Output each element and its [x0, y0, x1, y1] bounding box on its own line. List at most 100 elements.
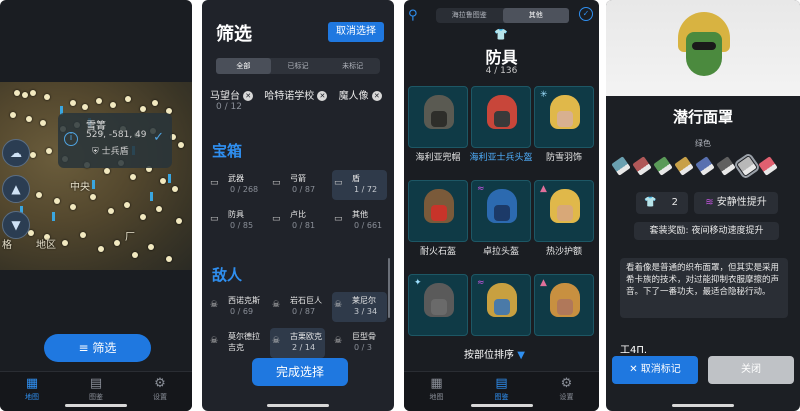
- remove-icon[interactable]: ✕: [317, 91, 328, 101]
- dye-swatch[interactable]: [632, 156, 652, 176]
- shrine-marker[interactable]: [168, 174, 171, 183]
- close-button[interactable]: 关闭: [708, 356, 794, 384]
- skull-marker[interactable]: [82, 104, 88, 110]
- skull-marker[interactable]: [90, 194, 96, 200]
- search-icon[interactable]: ⚲: [408, 8, 418, 23]
- segment-other[interactable]: 其他: [502, 8, 569, 23]
- tower-layer-button[interactable]: ▼: [2, 211, 30, 239]
- skull-marker[interactable]: [22, 92, 28, 98]
- tab-map[interactable]: ▦ 地图: [404, 372, 469, 411]
- sort-control[interactable]: 按部位排序 ▼: [464, 346, 525, 361]
- skull-marker[interactable]: [148, 244, 154, 250]
- skull-marker[interactable]: [28, 230, 34, 236]
- shrine-marker[interactable]: [52, 212, 55, 221]
- shrine-marker[interactable]: [150, 192, 153, 201]
- filter-item[interactable]: ▭ 其他 0 / 661: [332, 206, 387, 236]
- filter-item[interactable]: ▭ 弓箭 0 / 87: [270, 170, 325, 200]
- skull-marker[interactable]: [30, 90, 36, 96]
- skull-marker[interactable]: [140, 214, 146, 220]
- segment-unmarked[interactable]: 未标记: [325, 58, 380, 74]
- skull-marker[interactable]: [44, 94, 50, 100]
- skull-marker[interactable]: [152, 100, 158, 106]
- skull-marker[interactable]: [46, 148, 52, 154]
- skull-marker[interactable]: [172, 186, 178, 192]
- skull-marker[interactable]: [125, 96, 131, 102]
- skull-marker[interactable]: [176, 218, 182, 224]
- shrine-marker[interactable]: [92, 180, 95, 189]
- skull-marker[interactable]: [178, 142, 184, 148]
- skull-marker[interactable]: [36, 192, 42, 198]
- skull-marker[interactable]: [54, 198, 60, 204]
- mountain-layer-button[interactable]: ▲: [2, 175, 30, 203]
- check-icon[interactable]: ✓: [153, 130, 164, 145]
- filter-item[interactable]: ☠ 古栗欧克 2 / 14: [270, 328, 325, 358]
- filter-item[interactable]: ▭ 卢比 0 / 81: [270, 206, 325, 236]
- filter-item[interactable]: ☠ 西诺克斯 0 / 69: [208, 292, 263, 322]
- dye-swatch[interactable]: [674, 156, 694, 176]
- filter-chip[interactable]: 魔人像 ✕: [339, 87, 382, 102]
- info-icon[interactable]: i: [64, 132, 78, 146]
- filter-chip[interactable]: 马望台 ✕: [210, 87, 254, 102]
- skull-marker[interactable]: [80, 232, 86, 238]
- dye-swatch[interactable]: [716, 156, 736, 176]
- location-popup[interactable]: i 雪箐 529, -581, 49 ⛨ 士兵盾 ✓: [58, 113, 172, 168]
- skull-marker[interactable]: [140, 106, 146, 112]
- filter-chip[interactable]: 哈特诺学校 ✕: [264, 87, 328, 102]
- skull-marker[interactable]: [10, 112, 16, 118]
- check-circle-icon[interactable]: ✓: [579, 7, 593, 21]
- skull-marker[interactable]: [124, 202, 130, 208]
- armor-card[interactable]: [471, 86, 531, 148]
- dye-swatch[interactable]: [758, 156, 778, 176]
- world-map[interactable]: [0, 82, 192, 270]
- skull-marker[interactable]: [14, 90, 20, 96]
- filter-item[interactable]: ☠ 巨型骨 0 / 3: [332, 328, 387, 358]
- tab-settings[interactable]: ⚙ 设置: [534, 372, 599, 411]
- remove-icon[interactable]: ✕: [371, 91, 382, 101]
- dye-swatch[interactable]: [695, 156, 715, 176]
- filter-item[interactable]: ☠ 岩石巨人 0 / 87: [270, 292, 325, 322]
- armor-card[interactable]: ▲: [534, 180, 594, 242]
- filter-item[interactable]: ▭ 武器 0 / 268: [208, 170, 263, 200]
- skull-marker[interactable]: [96, 98, 102, 104]
- dye-swatch[interactable]: [653, 156, 673, 176]
- armor-card[interactable]: ≈: [471, 180, 531, 242]
- skull-marker[interactable]: [132, 252, 138, 258]
- skull-marker[interactable]: [70, 204, 76, 210]
- tab-map[interactable]: ▦ 地图: [0, 372, 64, 411]
- skull-marker[interactable]: [26, 116, 32, 122]
- filter-item[interactable]: ▭ 防具 0 / 85: [208, 206, 263, 236]
- filter-item[interactable]: ☠ 莫尔德拉吉克: [208, 328, 263, 358]
- armor-card[interactable]: [408, 180, 468, 242]
- filter-item[interactable]: ▭ 盾 1 / 72: [332, 170, 387, 200]
- remove-icon[interactable]: ✕: [243, 91, 254, 101]
- skull-marker[interactable]: [30, 152, 36, 158]
- skull-marker[interactable]: [108, 208, 114, 214]
- tab-settings[interactable]: ⚙ 设置: [128, 372, 192, 411]
- armor-card[interactable]: [408, 86, 468, 148]
- skull-marker[interactable]: [62, 240, 68, 246]
- skull-marker[interactable]: [166, 256, 172, 262]
- done-button[interactable]: 完成选择: [252, 358, 348, 386]
- armor-card[interactable]: ≈: [471, 274, 531, 336]
- unmark-button[interactable]: ✕ 取消标记: [612, 356, 698, 384]
- segment-all[interactable]: 全部: [216, 58, 271, 74]
- clear-selection-button[interactable]: 取消选择: [328, 22, 384, 42]
- skull-marker[interactable]: [70, 100, 76, 106]
- armor-card[interactable]: ✦: [408, 274, 468, 336]
- armor-card[interactable]: ✳: [534, 86, 594, 148]
- dye-swatch[interactable]: [733, 152, 761, 180]
- skull-marker[interactable]: [114, 240, 120, 246]
- skull-marker[interactable]: [130, 174, 136, 180]
- segment-marked[interactable]: 已标记: [271, 58, 326, 74]
- skull-marker[interactable]: [160, 178, 166, 184]
- weather-layer-button[interactable]: ☁: [2, 139, 30, 167]
- scrollbar[interactable]: [388, 258, 390, 318]
- skull-marker[interactable]: [40, 120, 46, 126]
- skull-marker[interactable]: [110, 102, 116, 108]
- skull-marker[interactable]: [104, 168, 110, 174]
- dye-swatch[interactable]: [611, 156, 631, 176]
- skull-marker[interactable]: [98, 246, 104, 252]
- filter-item[interactable]: ☠ 莱尼尔 3 / 34: [332, 292, 387, 322]
- armor-card[interactable]: ▲: [534, 274, 594, 336]
- segment-hyrule-compendium[interactable]: 海拉鲁图鉴: [436, 8, 503, 23]
